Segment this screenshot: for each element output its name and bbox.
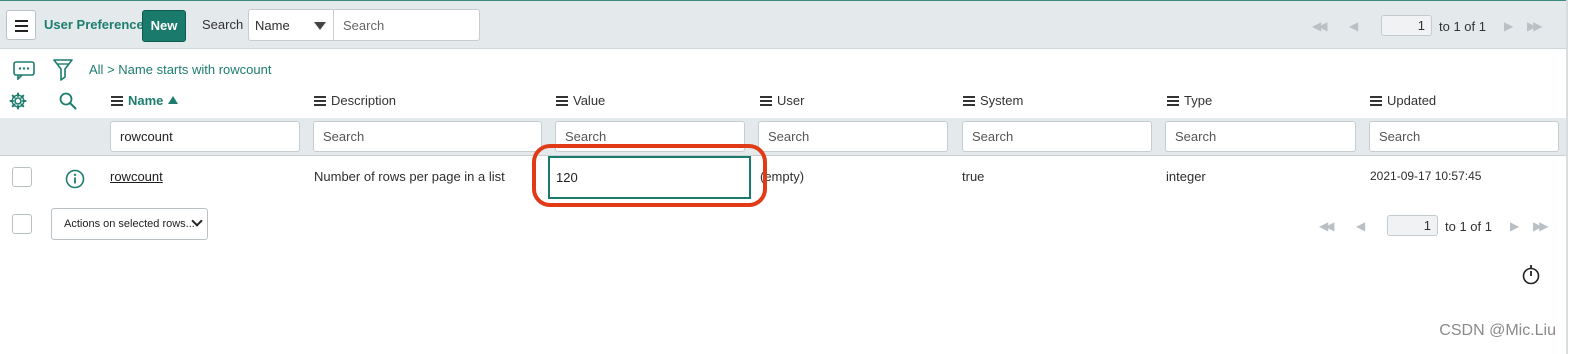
search-label: Search	[202, 17, 244, 32]
stopwatch-icon[interactable]	[1521, 264, 1541, 285]
caret-down-icon	[314, 22, 326, 30]
column-header-user[interactable]: User	[760, 93, 804, 109]
column-menu-icon[interactable]	[111, 96, 123, 106]
actions-select[interactable]: Actions on selected rows...	[51, 208, 208, 240]
column-header-value[interactable]: Value	[556, 93, 605, 109]
last-page-icon[interactable]: ▶▶	[1527, 19, 1543, 33]
column-label: Updated	[1387, 93, 1437, 108]
cell-system[interactable]: true	[962, 169, 984, 184]
filter-user-input[interactable]	[758, 121, 948, 152]
column-header-description[interactable]: Description	[314, 93, 396, 109]
list-menu-button[interactable]	[6, 10, 36, 40]
column-label: Value	[573, 93, 606, 108]
column-label: User	[777, 93, 805, 108]
sort-ascending-icon	[168, 96, 179, 104]
bottom-pager: ◀◀ ◀ 1 to 1 of 1 ▶ ▶▶	[1319, 215, 1559, 239]
column-header-name[interactable]: Name	[111, 93, 179, 109]
breadcrumb-filter[interactable]: Name starts with rowcount	[118, 62, 271, 77]
filter-icon[interactable]	[53, 59, 73, 81]
scrollbar[interactable]	[1566, 0, 1568, 354]
breadcrumb-all[interactable]: All	[89, 62, 103, 77]
cell-description: Number of rows per page in a list	[314, 169, 505, 184]
page-count: to 1 of 1	[1445, 219, 1492, 234]
column-menu-icon[interactable]	[760, 96, 772, 106]
cell-name-link[interactable]: rowcount	[110, 169, 163, 184]
column-header-system[interactable]: System	[963, 93, 1023, 109]
watermark: CSDN @Mic.Liu	[1439, 322, 1556, 339]
gear-icon[interactable]	[9, 92, 27, 110]
new-button[interactable]: New	[142, 10, 186, 42]
filter-description-input[interactable]	[313, 121, 542, 152]
cell-updated: 2021-09-17 10:57:45	[1370, 169, 1482, 183]
cell-type[interactable]: integer	[1166, 169, 1206, 184]
first-page-icon[interactable]: ◀◀	[1319, 219, 1335, 233]
filter-updated-input[interactable]	[1369, 121, 1559, 152]
column-header-type[interactable]: Type	[1167, 93, 1212, 109]
column-menu-icon[interactable]	[1370, 96, 1382, 106]
filter-system-input[interactable]	[962, 121, 1152, 152]
info-icon[interactable]	[65, 169, 85, 189]
next-page-icon[interactable]: ▶	[1510, 219, 1519, 233]
filter-name-input[interactable]	[110, 121, 300, 152]
search-input[interactable]	[333, 9, 480, 41]
list-title[interactable]: User Preferences	[44, 17, 151, 32]
column-header-updated[interactable]: Updated	[1370, 93, 1436, 109]
search-icon[interactable]	[59, 92, 77, 110]
column-label: Description	[331, 93, 397, 108]
filter-value-input[interactable]	[555, 121, 745, 152]
list-page: User Preferences New Search Name ◀◀ ◀ 1 …	[0, 0, 1596, 354]
select-all-checkbox[interactable]	[12, 214, 32, 234]
page-number-input[interactable]: 1	[1387, 215, 1438, 236]
prev-page-icon[interactable]: ◀	[1349, 19, 1358, 33]
value-inline-edit-input[interactable]	[548, 156, 751, 199]
breadcrumb-separator: >	[107, 62, 115, 77]
first-page-icon[interactable]: ◀◀	[1312, 19, 1328, 33]
next-page-icon[interactable]: ▶	[1504, 19, 1513, 33]
prev-page-icon[interactable]: ◀	[1356, 219, 1365, 233]
breadcrumb: All > Name starts with rowcount	[89, 62, 271, 77]
list-header: User Preferences New Search Name ◀◀ ◀ 1 …	[0, 0, 1566, 49]
top-pager: ◀◀ ◀ 1 to 1 of 1 ▶ ▶▶	[1312, 15, 1552, 39]
column-menu-icon[interactable]	[314, 96, 326, 106]
column-menu-icon[interactable]	[1167, 96, 1179, 106]
search-field-value: Name	[255, 18, 290, 33]
search-field-select[interactable]: Name	[248, 9, 334, 41]
row-checkbox[interactable]	[12, 167, 32, 187]
cell-user[interactable]: (empty)	[760, 169, 804, 184]
column-menu-icon[interactable]	[556, 96, 568, 106]
filter-type-input[interactable]	[1165, 121, 1356, 152]
actions-select-value: Actions on selected rows...	[64, 218, 195, 230]
column-label: System	[980, 93, 1024, 108]
activity-stream-icon[interactable]	[13, 61, 35, 80]
last-page-icon[interactable]: ▶▶	[1533, 219, 1549, 233]
column-label: Name	[128, 93, 164, 108]
page-number-input[interactable]: 1	[1381, 15, 1432, 36]
column-label: Type	[1184, 93, 1213, 108]
column-menu-icon[interactable]	[963, 96, 975, 106]
page-count: to 1 of 1	[1439, 19, 1486, 34]
